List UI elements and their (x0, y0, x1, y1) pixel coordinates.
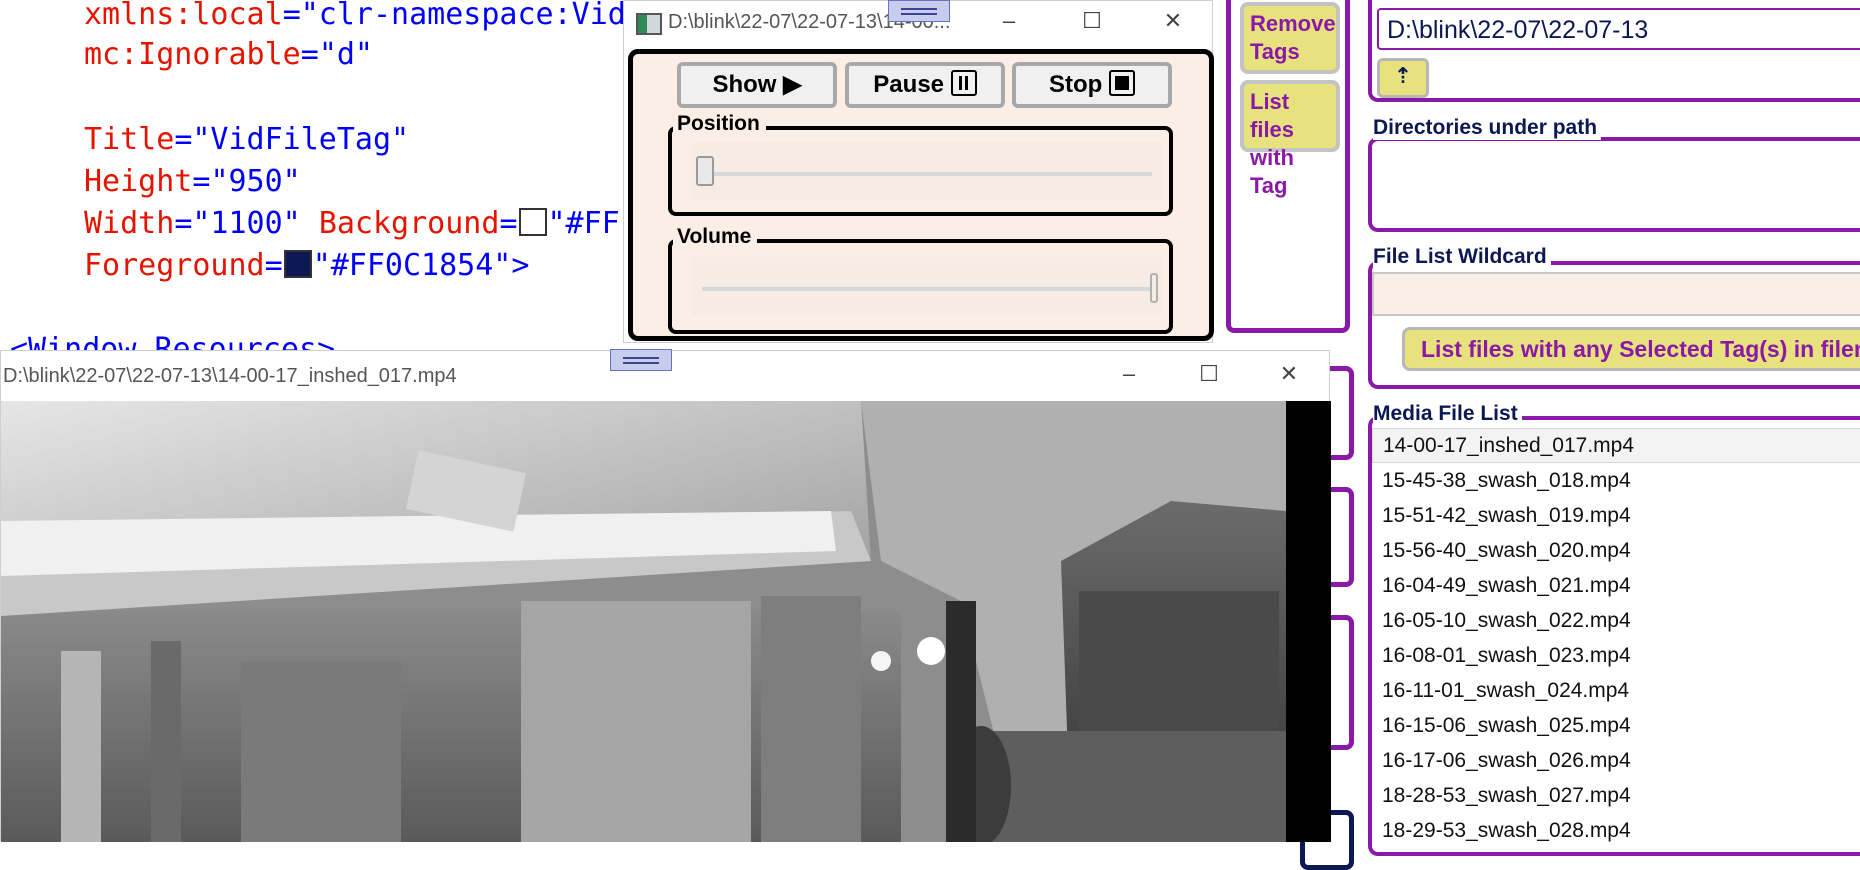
media-controller-window: D:\blink\22-07\22-07-13\14-00... – ☐ ✕ S… (623, 0, 1214, 343)
pause-button[interactable]: Pause (845, 62, 1005, 108)
minimize-icon[interactable]: – (979, 1, 1039, 43)
list-item[interactable]: 15-51-42_swash_019.mp4 (1372, 498, 1860, 533)
list-item[interactable]: 15-56-40_swash_020.mp4 (1372, 533, 1860, 568)
position-slider-track (702, 172, 1152, 176)
pause-icon (950, 70, 977, 96)
list-files-selected-tags-button[interactable]: List files with any Selected Tag(s) in f… (1402, 327, 1860, 371)
code-line: Width="1100" Background= "#FF (84, 206, 620, 241)
code-line: xmlns:local="clr-namespace:Vid (84, 0, 626, 32)
controller-panel: Show ▶ Pause Stop Position Volume (628, 49, 1214, 341)
show-button[interactable]: Show ▶ (677, 62, 837, 108)
volume-group (668, 239, 1173, 334)
minimize-icon[interactable]: – (1099, 351, 1159, 401)
code-line: Title="VidFileTag" (84, 122, 410, 157)
list-item[interactable]: 16-15-06_swash_025.mp4 (1372, 708, 1860, 743)
volume-slider[interactable] (692, 257, 1162, 315)
media-file-list-label: Media File List (1373, 402, 1522, 426)
list-item[interactable]: 16-11-01_swash_024.mp4 (1372, 673, 1860, 708)
wildcard-label: File List Wildcard (1373, 245, 1551, 269)
list-item[interactable]: 16-08-01_swash_023.mp4 (1372, 638, 1860, 673)
app-icon (636, 13, 662, 35)
video-player[interactable] (1, 401, 1331, 842)
list-files-with-tag-button[interactable]: List files with Tag (1240, 80, 1340, 198)
position-slider-thumb[interactable] (696, 156, 714, 186)
list-item[interactable]: 16-17-06_swash_026.mp4 (1372, 743, 1860, 778)
stop-icon (1109, 70, 1135, 96)
code-editor[interactable]: xmlns:local="clr-namespace:Vid mc:Ignora… (0, 0, 640, 367)
list-item[interactable]: 14-00-17_inshed_017.mp4 (1372, 428, 1860, 463)
remove-tags-button[interactable]: Remove Tags (1240, 2, 1340, 74)
background-color-swatch (518, 208, 547, 236)
media-file-list[interactable]: 14-00-17_inshed_017.mp4 15-45-38_swash_0… (1372, 428, 1860, 848)
position-group (668, 126, 1173, 216)
position-slider[interactable] (692, 142, 1162, 200)
volume-slider-track (702, 287, 1152, 291)
code-line: Height="950" (84, 164, 301, 199)
list-item[interactable]: 16-05-10_swash_022.mp4 (1372, 603, 1860, 638)
list-item[interactable]: 18-28-53_swash_027.mp4 (1372, 778, 1860, 813)
volume-slider-thumb[interactable] (1150, 273, 1158, 303)
parent-directory-button[interactable]: ⇡ (1377, 58, 1429, 98)
directories-list[interactable] (1375, 143, 1860, 227)
wildcard-input[interactable] (1372, 272, 1860, 316)
path-input[interactable]: D:\blink\22-07\22-07-13 (1377, 8, 1860, 50)
stop-button[interactable]: Stop (1012, 62, 1172, 108)
list-item[interactable]: 18-29-53_swash_028.mp4 (1372, 813, 1860, 848)
position-label: Position (673, 112, 766, 136)
list-item[interactable]: 16-04-49_swash_021.mp4 (1372, 568, 1860, 603)
video-letterbox (1286, 401, 1331, 842)
list-item[interactable]: 15-45-38_swash_018.mp4 (1372, 463, 1860, 498)
video-title: D:\blink\22-07\22-07-13\14-00-17_inshed_… (3, 365, 457, 387)
code-line: mc:Ignorable="d" (84, 37, 373, 72)
video-frame-image (1, 401, 1286, 842)
maximize-icon[interactable]: ☐ (1062, 1, 1122, 43)
close-icon[interactable]: ✕ (1259, 351, 1319, 401)
maximize-icon[interactable]: ☐ (1179, 351, 1239, 401)
up-arrow-icon: ⇡ (1393, 64, 1413, 89)
close-icon[interactable]: ✕ (1143, 1, 1203, 43)
directories-label: Directories under path (1373, 116, 1602, 140)
volume-label: Volume (673, 225, 758, 249)
code-line: Foreground= "#FF0C1854"> (84, 248, 530, 283)
controller-grip-handle[interactable] (888, 0, 950, 22)
foreground-color-swatch (283, 250, 312, 278)
video-window: D:\blink\22-07\22-07-13\14-00-17_inshed_… (0, 350, 1331, 842)
video-grip-handle[interactable] (610, 349, 672, 371)
